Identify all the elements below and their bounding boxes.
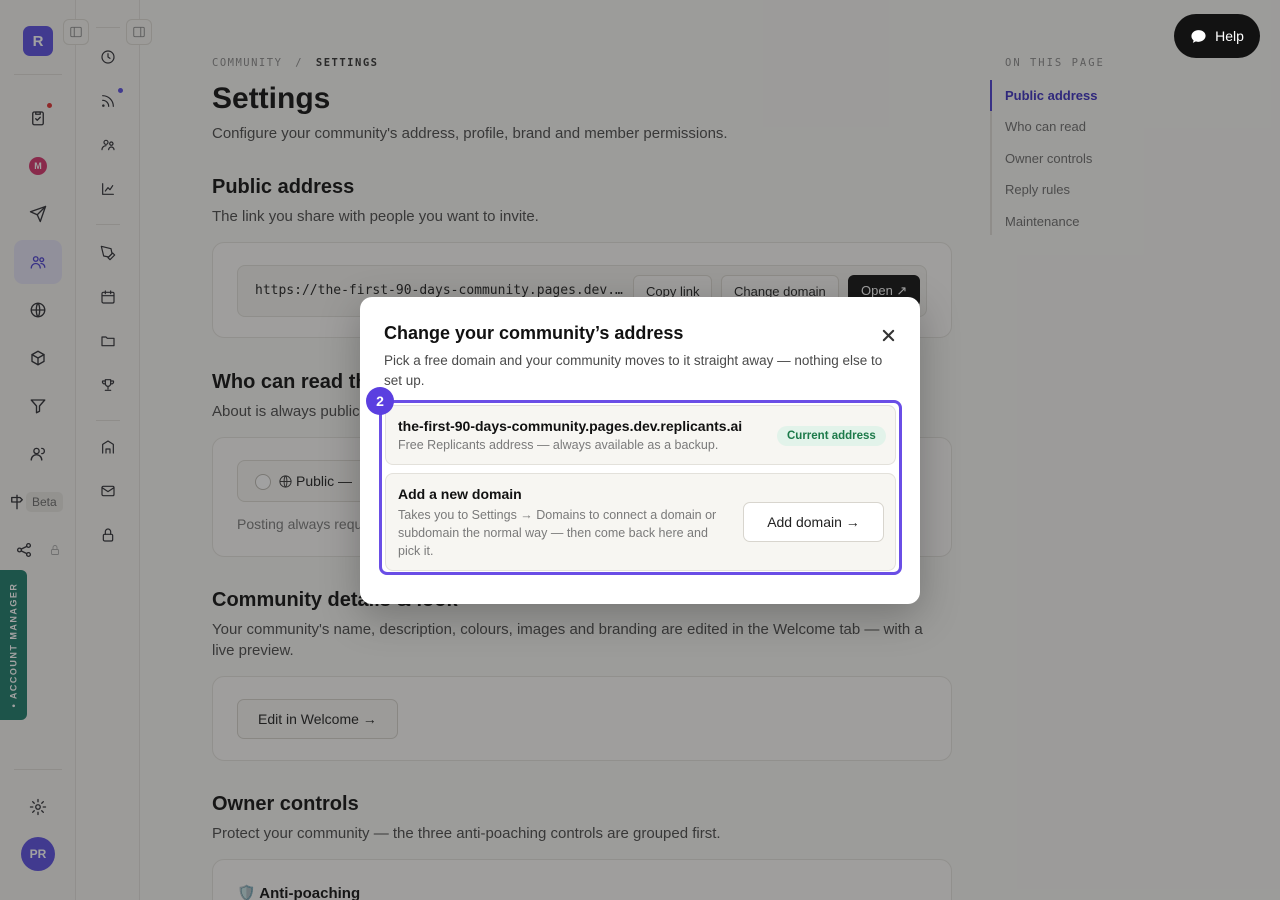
chat-bubble-icon — [1191, 29, 1206, 43]
dialog-description: Pick a free domain and your community mo… — [384, 353, 883, 388]
current-address-badge: Current address — [777, 426, 886, 446]
dialog-title: Change your community’s address — [384, 323, 684, 343]
add-domain-option: Add a new domain Takes you to Settings →… — [385, 473, 896, 571]
help-button[interactable]: Help — [1174, 14, 1260, 58]
change-address-dialog: Change your community’s address Pick a f… — [360, 297, 920, 604]
current-address-subtitle: Free Replicants address — always availab… — [398, 438, 719, 452]
step-badge: 2 — [366, 387, 394, 415]
current-address-title: the-first-90-days-community.pages.dev.re… — [398, 418, 743, 434]
add-domain-button[interactable]: Add domain → — [743, 502, 884, 542]
close-icon[interactable] — [878, 325, 898, 345]
current-address-option[interactable]: the-first-90-days-community.pages.dev.re… — [385, 405, 896, 465]
add-domain-description: Takes you to Settings → Domains to conne… — [398, 508, 717, 558]
add-domain-title: Add a new domain — [398, 486, 522, 502]
help-label: Help — [1215, 28, 1244, 44]
